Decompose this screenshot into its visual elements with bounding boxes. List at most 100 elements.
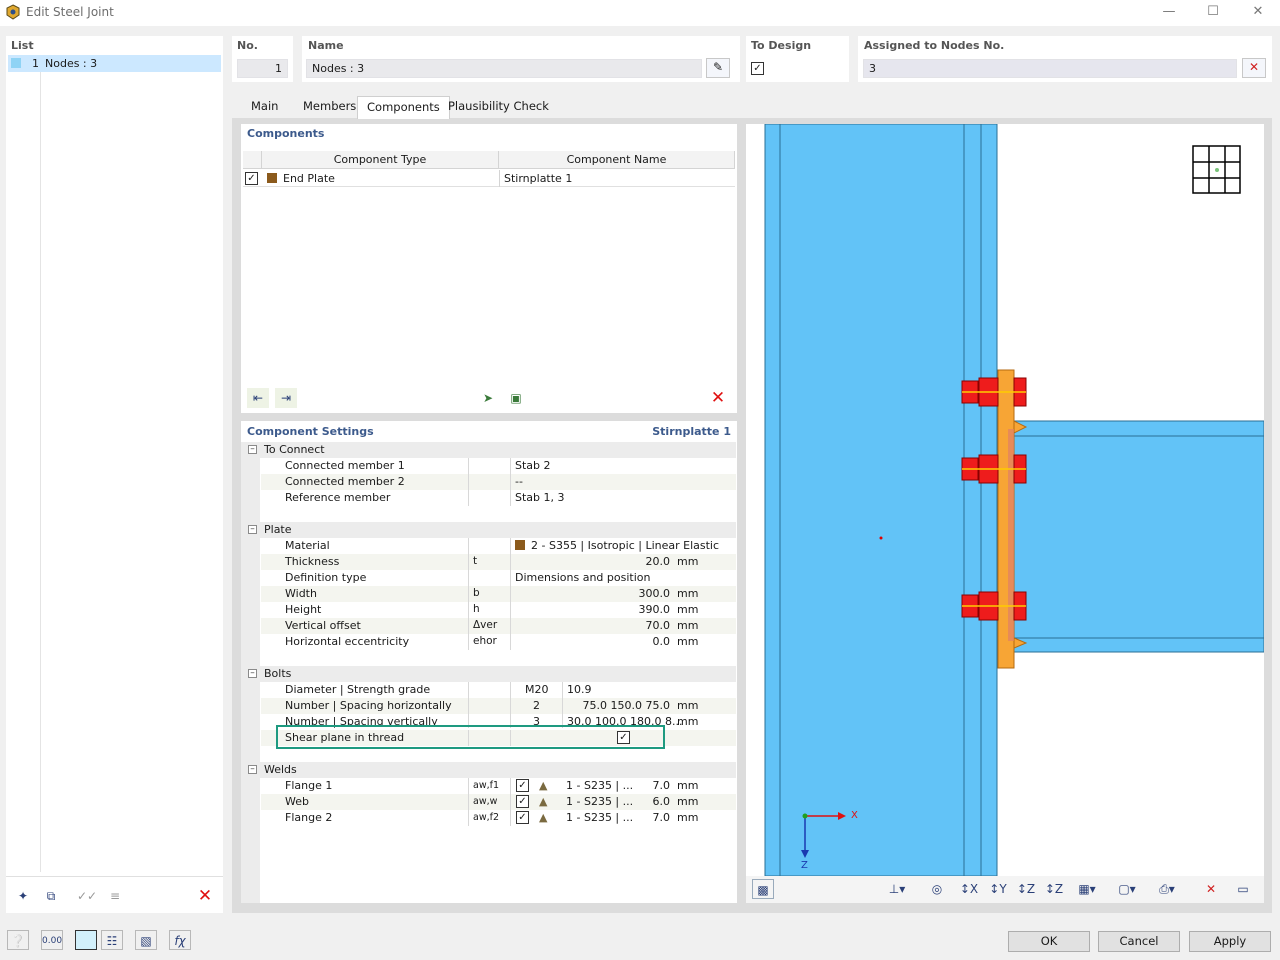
- iso-view-icon[interactable]: ▢▾: [1112, 879, 1142, 899]
- list-item[interactable]: 1 Nodes : 3: [8, 55, 221, 72]
- prop-connected-member-1[interactable]: Connected member 1 Stab 2: [261, 458, 736, 474]
- name-group: Name Nodes : 3 ✎: [302, 36, 740, 82]
- prop-reference-member[interactable]: Reference member Stab 1, 3: [261, 490, 736, 506]
- uncheck-icon[interactable]: ≡: [104, 886, 126, 906]
- open-window-icon[interactable]: ▭: [1232, 879, 1254, 899]
- prop-definition-type[interactable]: Definition type Dimensions and position: [261, 570, 736, 586]
- visibility-icon[interactable]: ◎: [926, 879, 948, 899]
- tab-components[interactable]: Components: [357, 96, 450, 119]
- section-to-connect[interactable]: – To Connect: [243, 442, 736, 458]
- help-icon[interactable]: ❔: [7, 930, 29, 950]
- section-bolts[interactable]: – Bolts: [243, 666, 736, 682]
- col-check-header: [243, 151, 262, 169]
- tab-plausibility[interactable]: Plausibility Check: [439, 96, 558, 118]
- apply-button[interactable]: Apply: [1189, 931, 1271, 952]
- view-icon[interactable]: ☷: [101, 930, 123, 950]
- copy-icon[interactable]: ⧉: [40, 886, 62, 906]
- view-cube-icon: [1192, 145, 1241, 194]
- components-panel: Components Component Type Component Name…: [241, 124, 737, 413]
- section-welds[interactable]: – Welds: [243, 762, 736, 778]
- table-row[interactable]: ✓ End Plate Stirnplatte 1: [243, 170, 735, 187]
- prop-vertical-offset[interactable]: Vertical offset Δver 70.0 mm: [261, 618, 736, 634]
- prop-material[interactable]: Material 2 - S355 | Isotropic | Linear El…: [261, 538, 736, 554]
- tab-members[interactable]: Members: [294, 96, 365, 118]
- title-bar: Edit Steel Joint — ☐ ✕: [0, 0, 1280, 26]
- color-icon[interactable]: [75, 930, 97, 950]
- prop-weld-flange-2[interactable]: Flange 2 aw,f2 ✓ ▲ 1 - S235 | ... 7.0 mm: [261, 810, 736, 826]
- section-plate[interactable]: – Plate: [243, 522, 736, 538]
- view-x-icon[interactable]: ↕X: [958, 879, 980, 899]
- units-icon[interactable]: 0.00: [41, 930, 63, 950]
- settings-subtitle: Stirnplatte 1: [652, 425, 731, 438]
- print-icon[interactable]: ⎙▾: [1152, 879, 1182, 899]
- window-title: Edit Steel Joint: [26, 5, 114, 19]
- list-panel: List 1 Nodes : 3 ✦ ⧉ ✓✓ ≡ ✕: [6, 36, 223, 913]
- bolt-row-1: [961, 377, 1027, 407]
- export-icon[interactable]: ▣: [505, 388, 527, 408]
- prop-weld-web[interactable]: Web aw,w ✓ ▲ 1 - S235 | ... 6.0 mm: [261, 794, 736, 810]
- delete-icon[interactable]: ✕: [194, 886, 216, 906]
- pick-node-icon[interactable]: ✕: [1242, 58, 1266, 78]
- viewport-toolbar: ▩ ⊥▾ ◎ ↕X ↕Y ↕Z ↕Z ▦▾ ▢▾ ⎙▾ ✕ ▭: [746, 876, 1264, 903]
- design-label: To Design: [751, 39, 812, 52]
- remove-component-icon[interactable]: ✕: [707, 388, 729, 408]
- bolt-row-3: [961, 591, 1027, 621]
- prop-connected-member-2[interactable]: Connected member 2 --: [261, 474, 736, 490]
- prop-thickness[interactable]: Thickness t 20.0 mm: [261, 554, 736, 570]
- maximize-icon[interactable]: ☐: [1190, 0, 1236, 26]
- list-header: List: [11, 39, 34, 52]
- name-field[interactable]: Nodes : 3: [306, 59, 702, 78]
- import-icon[interactable]: ➤: [477, 388, 499, 408]
- end-plate-color-icon: [267, 173, 277, 183]
- close-icon[interactable]: ✕: [1235, 0, 1280, 26]
- edit-name-icon[interactable]: ✎: [706, 58, 730, 78]
- assigned-label: Assigned to Nodes No.: [864, 39, 1005, 52]
- list-item-label: Nodes : 3: [45, 57, 98, 70]
- move-right-icon[interactable]: ⇥: [275, 388, 297, 408]
- app-icon: [6, 4, 20, 20]
- ok-button[interactable]: OK: [1008, 931, 1090, 952]
- function-icon[interactable]: fχ: [169, 930, 191, 950]
- highlight-box: [276, 725, 665, 749]
- bolt-row-2: [961, 454, 1027, 484]
- prop-horizontal-eccentricity[interactable]: Horizontal eccentricity ehor 0.0 mm: [261, 634, 736, 650]
- prop-height[interactable]: Height h 390.0 mm: [261, 602, 736, 618]
- design-group: To Design ✓: [746, 36, 849, 82]
- minimize-icon[interactable]: —: [1146, 0, 1192, 26]
- assigned-field[interactable]: 3: [863, 59, 1237, 78]
- name-label: Name: [308, 39, 344, 52]
- check-all-icon[interactable]: ✓✓: [76, 886, 98, 906]
- reset-view-icon[interactable]: ✕: [1200, 879, 1222, 899]
- settings-title: Component Settings: [247, 425, 374, 438]
- assigned-group: Assigned to Nodes No. 3 ✕: [858, 36, 1272, 82]
- viewport[interactable]: X Z: [746, 124, 1264, 876]
- view-neg-y-icon[interactable]: ↕Y: [987, 879, 1009, 899]
- list-item-color-icon: [11, 58, 21, 68]
- prop-spacing-horizontal[interactable]: Number | Spacing horizontally 2 75.0 150.0…: [261, 698, 736, 714]
- view-neg-z-icon[interactable]: ↕Z: [1015, 879, 1037, 899]
- col-type-header: Component Type: [262, 151, 499, 169]
- design-checkbox[interactable]: ✓: [751, 62, 764, 75]
- move-left-icon[interactable]: ⇤: [247, 388, 269, 408]
- model-icon[interactable]: ▧: [135, 930, 157, 950]
- prop-diameter-grade[interactable]: Diameter | Strength grade M20 10.9: [261, 682, 736, 698]
- cell-divider: [499, 170, 500, 187]
- material-color-icon: [515, 540, 525, 550]
- render-mode-icon[interactable]: ▦▾: [1072, 879, 1102, 899]
- display-settings-icon[interactable]: ▩: [752, 879, 774, 899]
- view-z-icon[interactable]: ↕Z: [1043, 879, 1065, 899]
- prop-weld-flange-1[interactable]: Flange 1 aw,f1 ✓ ▲ 1 - S235 | ... 7.0 mm: [261, 778, 736, 794]
- list-toolbar-divider: [6, 876, 223, 877]
- no-group: No. 1: [232, 36, 293, 82]
- cancel-button[interactable]: Cancel: [1098, 931, 1180, 952]
- list-item-no: 1: [32, 57, 39, 70]
- list-divider: [40, 72, 41, 872]
- no-field[interactable]: 1: [237, 59, 288, 78]
- tab-main[interactable]: Main: [242, 96, 287, 118]
- axis-z-label: Z: [801, 860, 808, 871]
- axes-icon[interactable]: ⊥▾: [886, 879, 908, 899]
- components-title: Components: [247, 127, 325, 140]
- new-icon[interactable]: ✦: [12, 886, 34, 906]
- component-checkbox[interactable]: ✓: [245, 172, 258, 185]
- prop-width[interactable]: Width b 300.0 mm: [261, 586, 736, 602]
